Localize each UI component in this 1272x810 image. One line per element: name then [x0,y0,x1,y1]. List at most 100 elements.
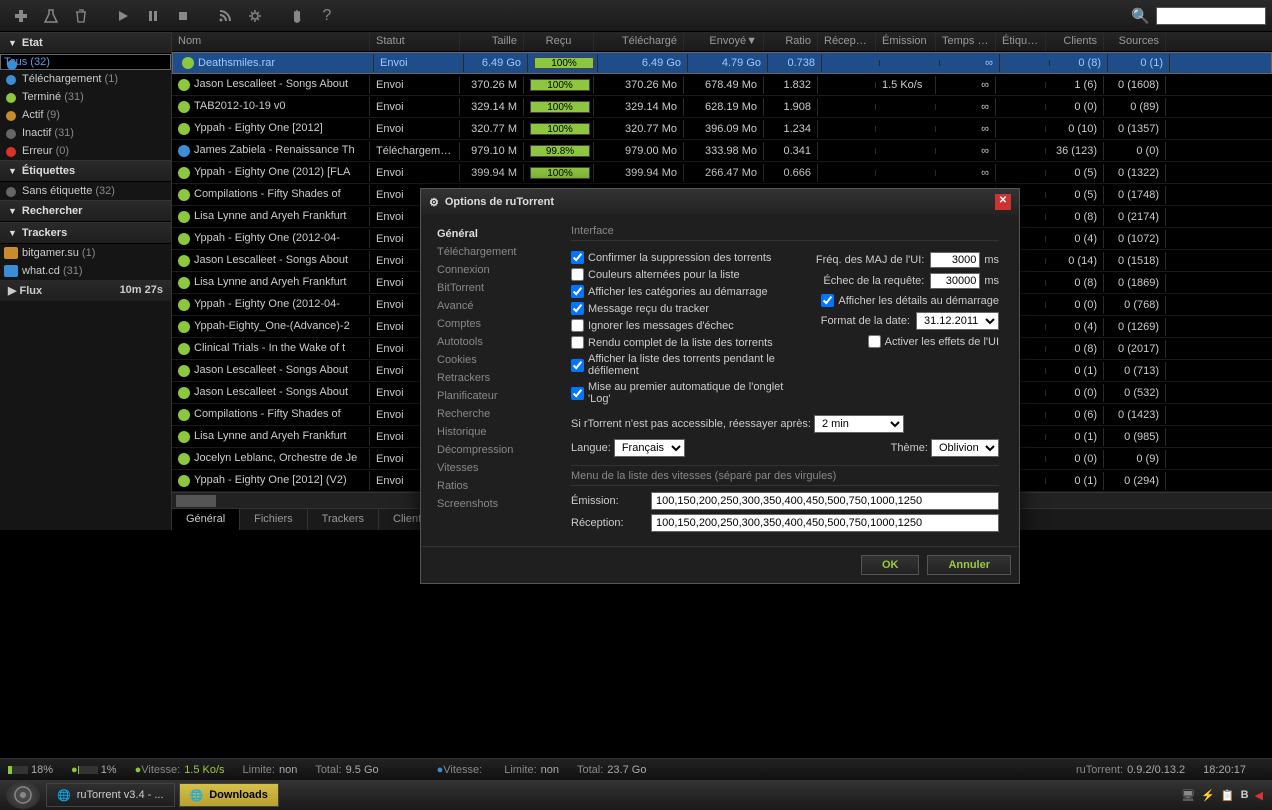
dialog-nav-item[interactable]: Recherche [431,405,561,423]
dialog-titlebar[interactable]: ⚙ Options de ruTorrent ✕ [421,189,1019,215]
stop-icon[interactable] [170,3,196,29]
col-ratio[interactable]: Ratio [764,32,818,51]
tray-icon[interactable]: ◀ [1255,789,1263,802]
cb-ui-effects[interactable] [868,335,881,348]
select-theme[interactable]: Oblivion [931,439,999,457]
pause-icon[interactable] [140,3,166,29]
sidebar-state-item[interactable]: Actif (9) [0,106,171,124]
torrent-row[interactable]: Yppah - Eighty One (2012) [FLAEnvoi399.9… [172,162,1272,184]
cb-show-cat[interactable] [571,285,584,298]
dialog-nav-item[interactable]: Connexion [431,261,561,279]
dialog-nav-item[interactable]: Screenshots [431,495,561,513]
ok-button[interactable]: OK [861,555,920,575]
col-sources[interactable]: Sources [1104,32,1166,51]
col-eta[interactable]: Temps est. [936,32,996,51]
col-size[interactable]: Taille [460,32,524,51]
torrent-row[interactable]: Yppah - Eighty One [2012]Envoi320.77 M10… [172,118,1272,140]
tray-icon[interactable]: 🖥 [1181,789,1195,802]
hand-icon[interactable] [284,3,310,29]
os-taskbar: 🌐ruTorrent v3.4 - ... 🌐Downloads 🖥 ⚡ 📋 B… [0,780,1272,810]
sidebar-tracker-item[interactable]: bitgamer.su (1) [0,244,171,262]
input-req-fail[interactable] [930,273,980,289]
tray-icon[interactable]: B [1241,789,1249,801]
detail-tab[interactable]: Général [172,509,240,530]
dialog-nav-item[interactable]: Comptes [431,315,561,333]
dialog-nav-item[interactable]: Général [431,225,561,243]
dialog-nav-item[interactable]: Ratios [431,477,561,495]
add-icon[interactable] [8,3,34,29]
sidebar-tags-header[interactable]: ▼Étiquettes [0,160,171,182]
sidebar-search-header[interactable]: ▼Rechercher [0,200,171,222]
dialog-nav-item[interactable]: BitTorrent [431,279,561,297]
dialog-nav-item[interactable]: Historique [431,423,561,441]
taskbar-item-downloads[interactable]: 🌐Downloads [179,783,279,807]
taskbar-item-rutorrent[interactable]: 🌐ruTorrent v3.4 - ... [46,783,175,807]
tray-icon[interactable]: ⚡ [1201,789,1215,802]
options-dialog: ⚙ Options de ruTorrent ✕ GénéralTéléchar… [420,188,1020,584]
torrent-row[interactable]: TAB2012-10-19 v0Envoi329.14 M100%329.14 … [172,96,1272,118]
tray-icon[interactable]: 📋 [1221,789,1235,802]
cb-full-render[interactable] [571,336,584,349]
detail-tab[interactable]: Trackers [308,509,379,530]
cb-show-scroll[interactable] [571,359,584,372]
sidebar-state-item[interactable]: Inactif (31) [0,124,171,142]
cb-confirm-delete[interactable] [571,251,584,264]
cb-alt-colors[interactable] [571,268,584,281]
col-ulspeed[interactable]: Émission [876,32,936,51]
dialog-nav-item[interactable]: Téléchargement [431,243,561,261]
sidebar-flux-header[interactable]: ▶ Flux10m 27s [0,280,171,301]
col-uploaded[interactable]: Envoyé▼ [684,32,764,51]
download-limit[interactable]: non [541,764,559,776]
col-label[interactable]: Étiquette [996,32,1046,51]
dialog-nav-item[interactable]: Décompression [431,441,561,459]
start-button[interactable] [6,781,40,809]
col-name[interactable]: Nom [172,32,370,51]
torrent-row[interactable]: James Zabiela - Renaissance ThTélécharge… [172,140,1272,162]
cb-tracker-msg[interactable] [571,302,584,315]
cancel-button[interactable]: Annuler [927,555,1011,575]
help-icon[interactable]: ? [314,3,340,29]
sidebar-state-item[interactable]: Terminé (31) [0,88,171,106]
dialog-nav-item[interactable]: Planificateur [431,387,561,405]
flask-icon[interactable] [38,3,64,29]
gear-icon[interactable] [242,3,268,29]
col-peers[interactable]: Clients [1046,32,1104,51]
trash-icon[interactable] [68,3,94,29]
select-retry[interactable]: 2 min [814,415,904,433]
col-dlspeed[interactable]: Réception [818,32,876,51]
sidebar-tag-item[interactable]: Sans étiquette (32) [0,182,171,200]
sidebar-state-item[interactable]: Téléchargement (1) [0,70,171,88]
input-upload-speeds[interactable] [651,492,999,510]
play-icon[interactable] [110,3,136,29]
cb-auto-log[interactable] [571,387,584,400]
search-input[interactable] [1156,7,1266,25]
cb-show-details[interactable] [821,294,834,307]
select-language[interactable]: Français [614,439,685,457]
download-total: 23.7 Go [607,764,646,776]
torrent-row[interactable]: Deathsmiles.rarEnvoi6.49 Go100%6.49 Go4.… [172,52,1272,74]
main-toolbar: ? 🔍 [0,0,1272,32]
dialog-nav-item[interactable]: Avancé [431,297,561,315]
col-downloaded[interactable]: Téléchargé [594,32,684,51]
sidebar-state-item[interactable]: Tous (32) [0,54,171,70]
rss-icon[interactable] [212,3,238,29]
dialog-nav-item[interactable]: Retrackers [431,369,561,387]
select-date-format[interactable]: 31.12.2011 [916,312,999,330]
upload-limit[interactable]: non [279,764,297,776]
section-interface: Interface [571,225,999,241]
input-download-speeds[interactable] [651,514,999,532]
dialog-nav-item[interactable]: Cookies [431,351,561,369]
sidebar-state-item[interactable]: Erreur (0) [0,142,171,160]
col-status[interactable]: Statut [370,32,460,51]
sidebar-tracker-item[interactable]: what.cd (31) [0,262,171,280]
detail-tab[interactable]: Fichiers [240,509,308,530]
torrent-row[interactable]: Jason Lescalleet - Songs AboutEnvoi370.2… [172,74,1272,96]
sidebar-trackers-header[interactable]: ▼Trackers [0,222,171,244]
col-received[interactable]: Reçu [524,32,594,51]
cb-ignore-fail[interactable] [571,319,584,332]
close-icon[interactable]: ✕ [995,194,1011,210]
dialog-nav-item[interactable]: Vitesses [431,459,561,477]
dialog-nav-item[interactable]: Autotools [431,333,561,351]
input-ui-freq[interactable] [930,252,980,268]
sidebar-state-header[interactable]: ▼Etat [0,32,171,54]
